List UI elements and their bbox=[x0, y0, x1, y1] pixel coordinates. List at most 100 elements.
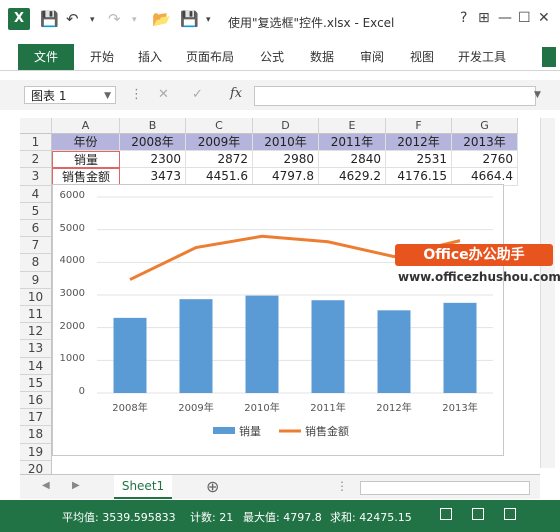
column-header-G[interactable]: G bbox=[452, 118, 518, 134]
formula-input[interactable] bbox=[254, 86, 536, 106]
column-header-A[interactable]: A bbox=[52, 118, 120, 134]
expand-formula-bar-icon[interactable]: ▼ bbox=[534, 90, 541, 100]
minimize-button[interactable]: — bbox=[498, 10, 512, 26]
sheet-scroll-left-icon[interactable]: ◀ bbox=[42, 480, 50, 491]
row-header-2[interactable]: 2 bbox=[20, 151, 52, 169]
tab-home[interactable]: 开始 bbox=[90, 44, 114, 70]
cell-G1[interactable]: 2013年 bbox=[452, 134, 518, 152]
cell-D2[interactable]: 2980 bbox=[253, 151, 319, 169]
cell-C1[interactable]: 2009年 bbox=[186, 134, 253, 152]
bar-sales-volume[interactable] bbox=[245, 295, 279, 393]
bar-sales-volume[interactable] bbox=[377, 310, 411, 393]
insert-function-icon[interactable]: fx bbox=[230, 86, 242, 101]
tab-review[interactable]: 审阅 bbox=[360, 44, 384, 70]
tab-insert[interactable]: 插入 bbox=[138, 44, 162, 70]
cell-A3[interactable]: 销售金额 bbox=[52, 168, 120, 186]
cell-E1[interactable]: 2011年 bbox=[319, 134, 386, 152]
sheet-scroll-right-icon[interactable]: ▶ bbox=[72, 480, 80, 491]
cell-B2[interactable]: 2300 bbox=[120, 151, 186, 169]
ribbon-display-button[interactable]: ⊞ bbox=[478, 10, 490, 26]
tab-file[interactable]: 文件 bbox=[18, 44, 74, 70]
row-header-7[interactable]: 7 bbox=[20, 237, 52, 255]
cell-B1[interactable]: 2008年 bbox=[120, 134, 186, 152]
customize-toolbar-icon[interactable]: ▾ bbox=[206, 15, 211, 25]
row-header-16[interactable]: 16 bbox=[20, 392, 52, 410]
close-button[interactable]: ✕ bbox=[538, 10, 550, 26]
bar-sales-volume[interactable] bbox=[113, 317, 147, 393]
row-header-8[interactable]: 8 bbox=[20, 254, 52, 272]
x-tick-label: 2010年 bbox=[244, 403, 280, 414]
tab-data[interactable]: 数据 bbox=[310, 44, 334, 70]
tab-view[interactable]: 视图 bbox=[410, 44, 434, 70]
save-as-icon[interactable]: 💾 bbox=[180, 10, 199, 28]
cell-D3[interactable]: 4797.8 bbox=[253, 168, 319, 186]
undo-dropdown-icon[interactable]: ▾ bbox=[90, 15, 95, 25]
maximize-button[interactable]: ☐ bbox=[518, 10, 531, 26]
cell-A2[interactable]: 销量 bbox=[52, 151, 120, 169]
bar-sales-volume[interactable] bbox=[443, 302, 477, 393]
cell-F1[interactable]: 2012年 bbox=[386, 134, 452, 152]
cancel-icon[interactable]: ✕ bbox=[158, 87, 169, 102]
row-header-14[interactable]: 14 bbox=[20, 357, 52, 375]
row-header-12[interactable]: 12 bbox=[20, 323, 52, 341]
column-header-F[interactable]: F bbox=[386, 118, 452, 134]
cell-C2[interactable]: 2872 bbox=[186, 151, 253, 169]
save-icon[interactable]: 💾 bbox=[40, 10, 59, 28]
chart[interactable]: 0 1000 2000 3000 4000 5000 6000 2008年 2009年 2010年… bbox=[52, 184, 504, 456]
undo-icon[interactable]: ↶ bbox=[66, 10, 79, 28]
page-break-view-icon[interactable] bbox=[504, 508, 516, 520]
tab-developer[interactable]: 开发工具 bbox=[458, 44, 506, 70]
redo-dropdown-icon[interactable]: ▾ bbox=[132, 15, 137, 25]
row-header-6[interactable]: 6 bbox=[20, 220, 52, 238]
row-header-13[interactable]: 13 bbox=[20, 340, 52, 358]
cell-C3[interactable]: 4451.6 bbox=[186, 168, 253, 186]
open-folder-icon[interactable]: 📂 bbox=[152, 10, 171, 28]
row-header-19[interactable]: 19 bbox=[20, 443, 52, 461]
page-layout-view-icon[interactable] bbox=[472, 508, 484, 520]
ribbon-scroll-right-icon[interactable] bbox=[542, 47, 556, 67]
sheet-tab-sheet1[interactable]: Sheet1 bbox=[114, 475, 172, 499]
cell-G2[interactable]: 2760 bbox=[452, 151, 518, 169]
row-header-9[interactable]: 9 bbox=[20, 271, 52, 289]
row-header-4[interactable]: 4 bbox=[20, 185, 52, 203]
cell-D1[interactable]: 2010年 bbox=[253, 134, 319, 152]
cell-F2[interactable]: 2531 bbox=[386, 151, 452, 169]
bar-sales-volume[interactable] bbox=[179, 299, 213, 393]
tab-page-layout[interactable]: 页面布局 bbox=[186, 44, 234, 70]
chart-plot bbox=[97, 196, 493, 434]
row-header-5[interactable]: 5 bbox=[20, 202, 52, 220]
name-box[interactable]: 图表 1 ▼ bbox=[24, 86, 116, 104]
cell-F3[interactable]: 4176.15 bbox=[386, 168, 452, 186]
column-header-E[interactable]: E bbox=[319, 118, 386, 134]
row-header-17[interactable]: 17 bbox=[20, 409, 52, 427]
new-sheet-icon[interactable]: ⊕ bbox=[206, 477, 219, 496]
cell-E3[interactable]: 4629.2 bbox=[319, 168, 386, 186]
help-button[interactable]: ? bbox=[460, 10, 467, 26]
column-header-B[interactable]: B bbox=[120, 118, 186, 134]
bar-sales-volume[interactable] bbox=[311, 300, 345, 393]
chevron-down-icon[interactable]: ▼ bbox=[104, 87, 111, 105]
legend-label-bar: 销量 bbox=[239, 425, 261, 438]
name-box-value: 图表 1 bbox=[31, 89, 67, 103]
row-header-1[interactable]: 1 bbox=[20, 134, 52, 152]
horizontal-scrollbar[interactable] bbox=[360, 481, 530, 495]
normal-view-icon[interactable] bbox=[440, 508, 452, 520]
cell-B3[interactable]: 3473 bbox=[120, 168, 186, 186]
vertical-scrollbar[interactable] bbox=[540, 118, 555, 468]
row-header-18[interactable]: 18 bbox=[20, 426, 52, 444]
row-header-3[interactable]: 3 bbox=[20, 168, 52, 186]
tab-formulas[interactable]: 公式 bbox=[260, 44, 284, 70]
redo-icon[interactable]: ↷ bbox=[108, 10, 121, 28]
enter-icon[interactable]: ✓ bbox=[192, 87, 203, 102]
row-header-15[interactable]: 15 bbox=[20, 374, 52, 392]
cell-E2[interactable]: 2840 bbox=[319, 151, 386, 169]
status-average: 平均值: 3539.595833 bbox=[62, 511, 176, 524]
select-all-corner[interactable] bbox=[20, 118, 52, 134]
status-count: 计数: 21 bbox=[190, 511, 234, 524]
row-header-10[interactable]: 10 bbox=[20, 288, 52, 306]
row-header-11[interactable]: 11 bbox=[20, 306, 52, 324]
cell-G3[interactable]: 4664.4 bbox=[452, 168, 518, 186]
column-header-D[interactable]: D bbox=[253, 118, 319, 134]
column-header-C[interactable]: C bbox=[186, 118, 253, 134]
cell-A1[interactable]: 年份 bbox=[52, 134, 120, 152]
